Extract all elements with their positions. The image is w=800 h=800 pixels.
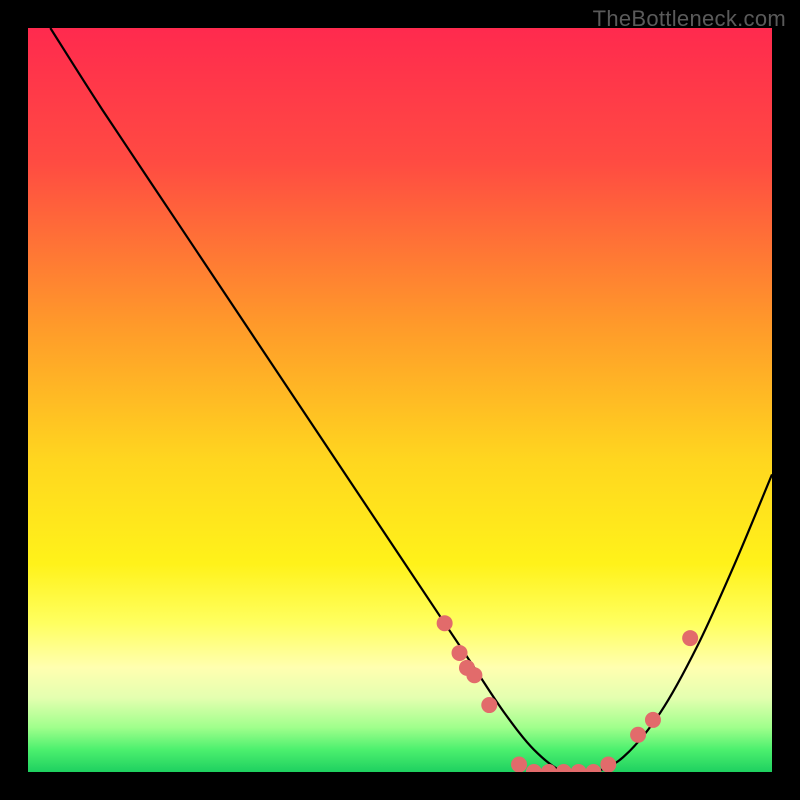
data-marker: [466, 667, 482, 683]
data-marker: [511, 757, 527, 772]
data-marker: [452, 645, 468, 661]
data-marker: [682, 630, 698, 646]
data-marker: [645, 712, 661, 728]
plot-area: [28, 28, 772, 772]
data-marker: [600, 757, 616, 772]
data-marker: [630, 727, 646, 743]
bottleneck-chart-svg: [28, 28, 772, 772]
chart-background: [28, 28, 772, 772]
chart-frame: TheBottleneck.com: [0, 0, 800, 800]
data-marker: [437, 615, 453, 631]
data-marker: [481, 697, 497, 713]
watermark-text: TheBottleneck.com: [593, 6, 786, 32]
